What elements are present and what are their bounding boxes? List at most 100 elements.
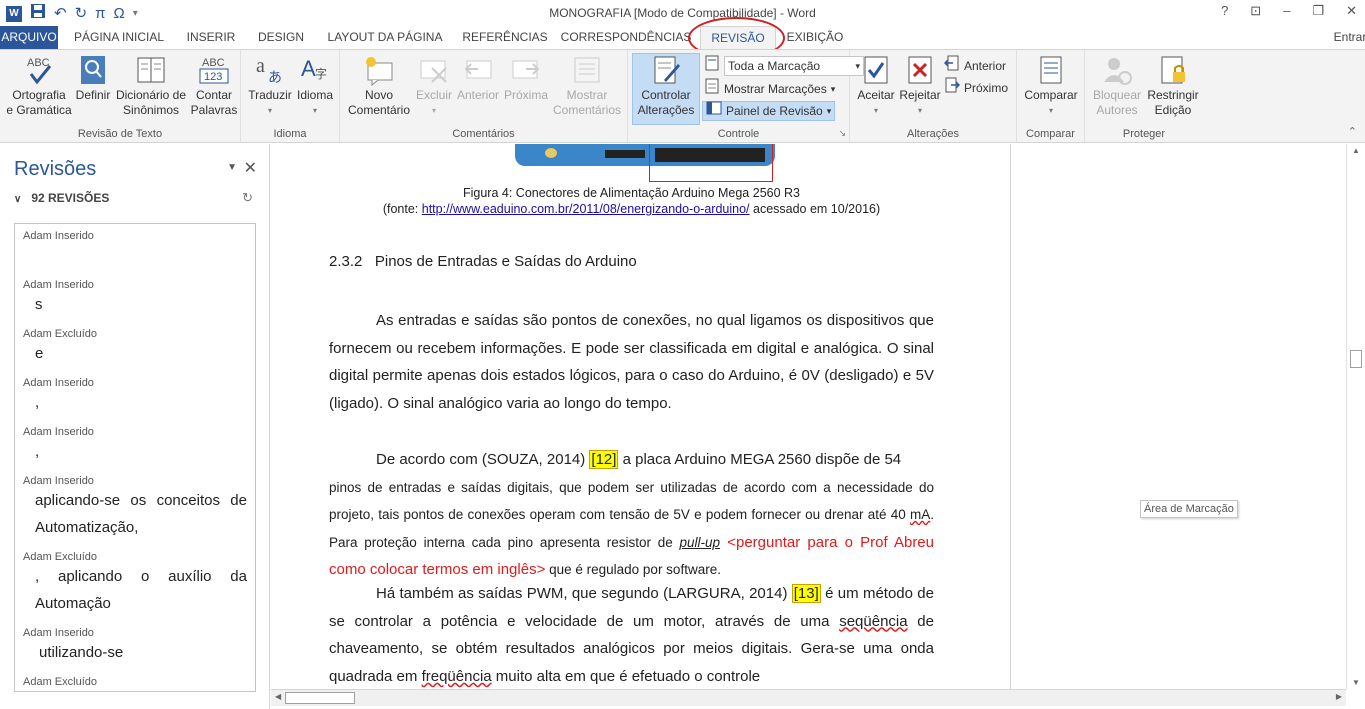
p2-text-b: a placa Arduino MEGA 2560 dispõe de 54 [618, 451, 902, 468]
refresh-icon[interactable]: ↻ [242, 190, 253, 206]
markup-area[interactable]: Área de Marcação [1010, 144, 1346, 689]
tab-arquivo[interactable]: ARQUIVO [0, 26, 58, 49]
revision-list: Adam Inserido Adam Inserido s Adam Exclu… [14, 223, 256, 692]
list-item[interactable]: Adam Inserido , [23, 377, 247, 416]
tab-design[interactable]: DESIGN [250, 26, 312, 49]
tab-pagina-inicial[interactable]: PÁGINA INICIAL [66, 26, 172, 49]
next-comment-button[interactable]: Próxima [502, 54, 550, 103]
close-icon[interactable]: ✕ [1346, 3, 1357, 19]
group-controle: Controlar Alterações Toda a Marcação ▾ Mo… [628, 50, 864, 142]
reject-dropdown-arrow: ▾ [917, 106, 922, 115]
define-button[interactable]: Definir [74, 54, 112, 103]
pane-options-icon[interactable]: ▼ [227, 162, 237, 173]
scroll-thumb[interactable] [1350, 350, 1362, 368]
ribbon-display-icon[interactable]: ⊡ [1250, 3, 1261, 19]
revision-author: Adam Inserido [23, 475, 94, 487]
word-count-button[interactable]: ABC 123 Contar Palavras [190, 54, 238, 118]
list-item[interactable]: Adam Inserido [23, 230, 247, 242]
markup-dropdown[interactable]: Toda a Marcação ▾ [724, 56, 864, 76]
reject-button[interactable]: Rejeitar ▾ [898, 54, 942, 118]
svg-text:a: a [256, 55, 265, 77]
compare-button[interactable]: Comparar ▾ [1021, 54, 1081, 118]
list-item[interactable]: Adam Inserido , [23, 426, 247, 465]
next-comment-icon [510, 54, 542, 86]
collapse-chevron-icon: ∨ [14, 194, 22, 205]
dialog-launcher-icon[interactable]: ↘ [838, 128, 846, 139]
previous-comment-button[interactable]: Anterior [454, 54, 502, 103]
restore-icon[interactable]: ❐ [1312, 3, 1324, 19]
scroll-right-icon[interactable]: ▶ [1336, 692, 1342, 701]
tab-inserir[interactable]: INSERIR [180, 26, 242, 49]
reject-label: Rejeitar [899, 88, 941, 102]
translate-dropdown-arrow: ▾ [267, 106, 272, 115]
paragraph-1: As entradas e saídas são pontos de conex… [329, 312, 934, 412]
list-item[interactable]: Adam Excluído , aplicando o auxílio da A… [23, 551, 247, 617]
tab-referencias[interactable]: REFERÊNCIAS [458, 26, 552, 49]
accept-button[interactable]: Aceitar ▾ [854, 54, 898, 118]
show-comments-button[interactable]: Mostrar Comentários [552, 54, 622, 118]
show-markup-button[interactable]: Mostrar Marcações ▾ [704, 78, 835, 100]
next-comment-label: Próxima [503, 88, 548, 102]
scroll-up-icon[interactable]: ▲ [1352, 146, 1360, 155]
language-button[interactable]: A字 Idioma ▾ [293, 54, 337, 118]
tab-layout-da-pagina[interactable]: LAYOUT DA PÁGINA [320, 26, 450, 49]
highlight-box [649, 144, 773, 182]
delete-comment-button[interactable]: Excluir ▾ [416, 54, 452, 118]
svg-text:ABC: ABC [27, 57, 50, 69]
group-label: Comparar [1026, 128, 1075, 140]
help-icon[interactable]: ? [1221, 3, 1228, 19]
scroll-left-icon[interactable]: ◀ [275, 692, 281, 701]
compare-icon [1035, 54, 1067, 86]
tab-correspondencias[interactable]: CORRESPONDÊNCIAS [560, 26, 692, 49]
group-proteger: Bloquear Autores Restringir Edição Prote… [1085, 50, 1203, 142]
new-comment-button[interactable]: Novo Comentário [344, 54, 414, 118]
horizontal-scrollbar[interactable]: ◀ ▶ [271, 689, 1346, 706]
previous-change-button[interactable]: Anterior [943, 55, 1006, 77]
group-label: Comentários [452, 128, 515, 140]
markup-area-tooltip: Área de Marcação [1140, 500, 1238, 518]
track-changes-button[interactable]: Controlar Alterações [632, 53, 700, 125]
scroll-down-icon[interactable]: ▼ [1352, 678, 1360, 687]
spelling-grammar-button[interactable]: ABC Ortografia e Gramática [4, 54, 74, 118]
source-suffix: acessado em 10/2016) [749, 202, 881, 216]
revision-count[interactable]: ∨ 92 REVISÕES [14, 191, 109, 205]
list-item[interactable]: Adam Inserido aplicando-se os conceitos … [23, 475, 247, 541]
reject-icon [904, 54, 936, 86]
next-change-button[interactable]: Próximo [944, 77, 1008, 98]
p3-text-a: Há também as saídas PWM, que segundo (LA… [376, 585, 792, 602]
revision-author: Adam Inserido [23, 627, 94, 639]
minimize-icon[interactable]: – [1283, 3, 1290, 19]
word-count-icon: ABC 123 [198, 54, 230, 86]
collapse-ribbon-icon[interactable]: ⌃ [1348, 125, 1357, 138]
spelling-grammar-label: Ortografia e Gramática [6, 88, 72, 117]
previous-change-icon [943, 55, 960, 77]
svg-text:ABC: ABC [202, 57, 225, 69]
revision-author: Adam Inserido [23, 377, 94, 389]
source-link[interactable]: http://www.eaduino.com.br/2011/08/energi… [422, 202, 750, 216]
document-area[interactable]: Figura 4: Conectores de Alimentação Ardu… [271, 144, 1346, 689]
list-item[interactable]: Adam Excluído e [23, 328, 247, 367]
revision-text: utilizando-se [39, 644, 124, 661]
source-prefix: (fonte: [382, 202, 422, 216]
block-authors-button[interactable]: Bloquear Autores [1089, 54, 1145, 118]
markup-display-select[interactable]: Toda a Marcação ▾ [704, 55, 864, 76]
sign-in-link[interactable]: Entrar [1330, 26, 1365, 49]
block-authors-label: Bloquear Autores [1092, 88, 1142, 117]
list-item[interactable]: Adam Inserido s [23, 279, 247, 318]
delete-comment-icon [418, 54, 450, 86]
vertical-scrollbar[interactable]: ▲ ▼ [1346, 144, 1365, 689]
reviewing-pane-button[interactable]: Painel de Revisão ▾ [702, 101, 836, 121]
list-item[interactable]: Adam Inserido utilizando-se [23, 627, 247, 666]
tab-exibicao[interactable]: EXIBIÇÃO [782, 26, 848, 49]
translate-button[interactable]: aあ Traduzir ▾ [246, 54, 294, 118]
close-pane-icon[interactable]: ✕ [244, 158, 257, 178]
show-markup-icon [704, 78, 720, 100]
previous-comment-icon [462, 54, 494, 86]
hscroll-thumb[interactable] [285, 692, 355, 704]
p2-pullup: pull-up [679, 534, 721, 550]
language-icon: A字 [299, 54, 331, 86]
restrict-editing-button[interactable]: Restringir Edição [1145, 54, 1201, 118]
define-icon [77, 54, 109, 86]
list-item[interactable]: Adam Excluído [23, 676, 247, 688]
thesaurus-button[interactable]: Dicionário de Sinônimos [114, 54, 188, 118]
